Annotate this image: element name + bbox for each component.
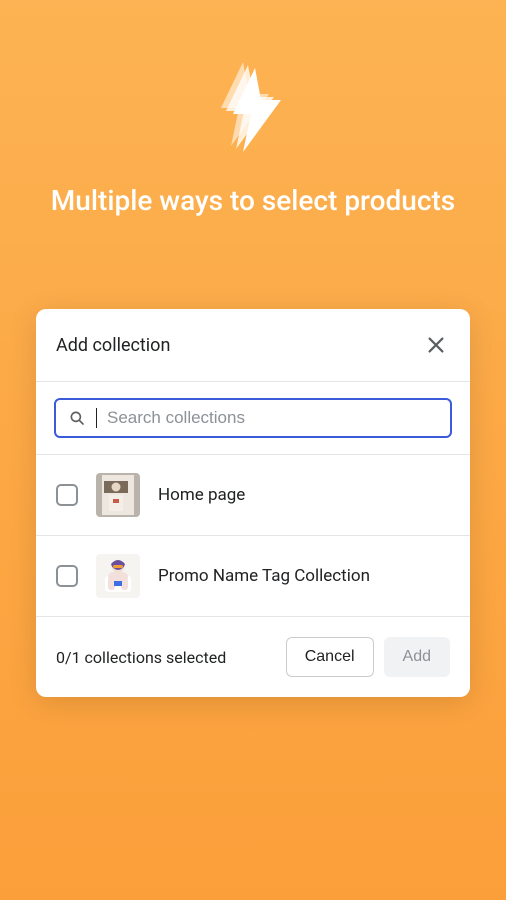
modal-footer: 0/1 collections selected Cancel Add: [36, 617, 470, 697]
close-icon: [425, 334, 447, 356]
collection-label: Home page: [158, 485, 245, 505]
add-button[interactable]: Add: [384, 637, 450, 677]
list-item[interactable]: Promo Name Tag Collection: [36, 536, 470, 617]
hero: Multiple ways to select products: [0, 0, 506, 220]
collection-list: Home page Promo Name Tag Collection: [36, 455, 470, 617]
collection-label: Promo Name Tag Collection: [158, 566, 370, 586]
search-field-wrap[interactable]: [54, 398, 452, 438]
checkbox[interactable]: [56, 565, 78, 587]
checkbox[interactable]: [56, 484, 78, 506]
search-section: [36, 382, 470, 455]
list-item[interactable]: Home page: [36, 455, 470, 536]
footer-actions: Cancel Add: [286, 637, 450, 677]
cancel-button[interactable]: Cancel: [286, 637, 374, 677]
modal-header: Add collection: [36, 309, 470, 382]
search-icon: [68, 409, 86, 427]
collection-thumbnail: [96, 554, 140, 598]
search-input[interactable]: [107, 408, 438, 428]
hero-title: Multiple ways to select products: [11, 182, 495, 220]
text-cursor: [96, 408, 97, 428]
close-button[interactable]: [422, 331, 450, 359]
modal-title: Add collection: [56, 335, 170, 356]
collection-thumbnail: [96, 473, 140, 517]
add-collection-modal: Add collection: [36, 309, 470, 697]
lightning-bolt-icon: [213, 62, 293, 152]
selection-status: 0/1 collections selected: [56, 648, 276, 667]
